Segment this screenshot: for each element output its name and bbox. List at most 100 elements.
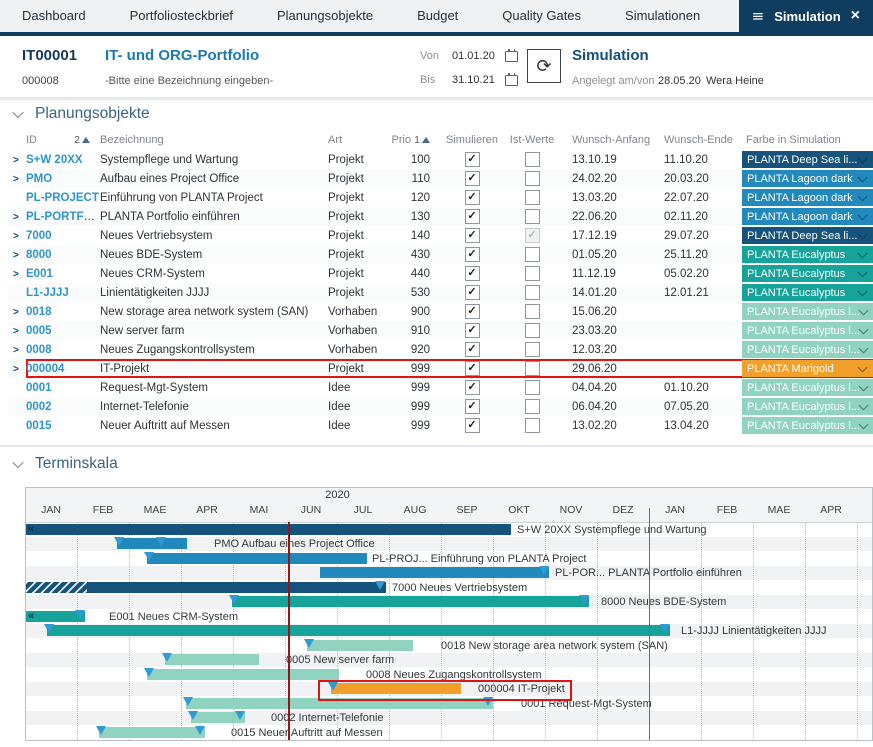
calendar-icon-von[interactable]	[505, 51, 518, 62]
planning-object-link[interactable]: 0018	[26, 306, 52, 318]
section-terminskala[interactable]: Terminskala	[0, 455, 118, 473]
header-wunsch-ende[interactable]: Wunsch-Ende	[650, 130, 742, 150]
ist-werte-checkbox[interactable]: ✓	[525, 380, 540, 395]
gantt-bar-pl-proj-[interactable]	[147, 553, 367, 564]
ist-werte-checkbox[interactable]: ✓	[525, 171, 540, 186]
ist-werte-checkbox[interactable]: ✓	[525, 266, 540, 281]
calendar-icon-bis[interactable]	[505, 75, 518, 86]
simulieren-checkbox[interactable]: ✓	[465, 361, 480, 376]
farbe-dropdown[interactable]: PLANTA Lagoon dark	[742, 189, 873, 206]
gantt-bar-0005[interactable]	[165, 654, 259, 665]
nav-item-planungsobjekte[interactable]: Planungsobjekte	[255, 0, 395, 32]
planning-object-link[interactable]: 0001	[26, 382, 52, 394]
farbe-dropdown[interactable]: PLANTA Eucalyptus l...	[742, 417, 873, 434]
ist-werte-checkbox[interactable]: ✓	[525, 285, 540, 300]
farbe-dropdown[interactable]: PLANTA Eucalyptus l...	[742, 379, 873, 396]
farbe-dropdown[interactable]: PLANTA Eucalyptus	[742, 284, 873, 301]
header-simulieren[interactable]: Simulieren	[438, 130, 506, 150]
expand-chevron-icon[interactable]: >	[8, 174, 19, 185]
header-ist-werte[interactable]: Ist-Werte	[506, 130, 558, 150]
ist-werte-checkbox[interactable]: ✓	[525, 209, 540, 224]
gantt-bar-7000[interactable]	[26, 582, 386, 593]
farbe-dropdown[interactable]: PLANTA Eucalyptus l...	[742, 303, 873, 320]
nav-item-portfoliosteckbrief[interactable]: Portfoliosteckbrief	[108, 0, 255, 32]
close-tab-icon[interactable]: ×	[851, 8, 860, 24]
gantt-bar-pl-por-[interactable]	[320, 567, 549, 578]
expand-chevron-icon[interactable]: >	[8, 155, 19, 166]
planning-object-link[interactable]: 0005	[26, 325, 52, 337]
ist-werte-checkbox[interactable]: ✓	[525, 342, 540, 357]
ist-werte-checkbox[interactable]: ✓	[525, 190, 540, 205]
farbe-dropdown[interactable]: PLANTA Lagoon dark	[742, 208, 873, 225]
gantt-bar-0018[interactable]	[307, 640, 413, 651]
expand-chevron-icon[interactable]: >	[8, 326, 19, 337]
simulieren-checkbox[interactable]: ✓	[465, 266, 480, 281]
ist-werte-checkbox[interactable]: ✓	[525, 304, 540, 319]
planning-object-link[interactable]: PL-PROJECT	[26, 192, 99, 204]
expand-chevron-icon[interactable]: >	[8, 212, 19, 223]
planning-object-link[interactable]: PMO	[26, 173, 52, 185]
simulieren-checkbox[interactable]: ✓	[465, 418, 480, 433]
farbe-dropdown[interactable]: PLANTA Marigold	[742, 360, 873, 377]
expand-chevron-icon[interactable]: >	[8, 250, 19, 261]
farbe-dropdown[interactable]: PLANTA Deep Sea li...	[742, 151, 873, 168]
simulieren-checkbox[interactable]: ✓	[465, 247, 480, 262]
expand-chevron-icon[interactable]: >	[8, 231, 19, 242]
nav-item-quality-gates[interactable]: Quality Gates	[480, 0, 603, 32]
simulieren-checkbox[interactable]: ✓	[465, 304, 480, 319]
expand-chevron-icon[interactable]: >	[8, 345, 19, 356]
header-bezeichnung[interactable]: Bezeichnung	[100, 130, 328, 150]
simulieren-checkbox[interactable]: ✓	[465, 209, 480, 224]
gantt-bar-0015[interactable]	[99, 727, 205, 738]
tab-simulation-active[interactable]: ≡ Simulation ×	[739, 0, 873, 32]
nav-item-dashboard[interactable]: Dashboard	[0, 0, 108, 32]
header-art[interactable]: Art	[328, 130, 390, 150]
farbe-dropdown[interactable]: PLANTA Eucalyptus	[742, 265, 873, 282]
simulieren-checkbox[interactable]: ✓	[465, 285, 480, 300]
farbe-dropdown[interactable]: PLANTA Eucalyptus l...	[742, 322, 873, 339]
simulieren-checkbox[interactable]: ✓	[465, 399, 480, 414]
ist-werte-checkbox[interactable]: ✓	[525, 361, 540, 376]
simulieren-checkbox[interactable]: ✓	[465, 152, 480, 167]
farbe-dropdown[interactable]: PLANTA Eucalyptus l...	[742, 398, 873, 415]
header-farbe[interactable]: Farbe in Simulation	[742, 130, 873, 150]
gantt-bar-s+w[interactable]: «	[26, 524, 511, 535]
planning-object-link[interactable]: 7000	[26, 230, 52, 242]
expand-chevron-icon[interactable]: >	[8, 307, 19, 318]
planning-object-link[interactable]: 8000	[26, 249, 52, 261]
gantt-bar-8000[interactable]	[232, 596, 589, 607]
collapse-chevron-icon[interactable]	[12, 457, 23, 468]
simulieren-checkbox[interactable]: ✓	[465, 228, 480, 243]
header-wunsch-anfang[interactable]: Wunsch-Anfang	[558, 130, 650, 150]
ist-werte-checkbox[interactable]: ✓	[525, 152, 540, 167]
refresh-button[interactable]: ⟳	[527, 49, 561, 83]
simulieren-checkbox[interactable]: ✓	[465, 190, 480, 205]
ist-werte-checkbox[interactable]: ✓	[525, 247, 540, 262]
header-prio[interactable]: Prio 1	[390, 130, 438, 150]
ist-werte-checkbox[interactable]: ✓	[525, 399, 540, 414]
nav-item-simulationen[interactable]: Simulationen	[603, 0, 722, 32]
simulieren-checkbox[interactable]: ✓	[465, 171, 480, 186]
von-date-field[interactable]: 01.01.20	[452, 50, 495, 62]
farbe-dropdown[interactable]: PLANTA Eucalyptus l...	[742, 341, 873, 358]
planning-object-link[interactable]: 0015	[26, 420, 52, 432]
expand-chevron-icon[interactable]: >	[8, 269, 19, 280]
planning-object-link[interactable]: 0008	[26, 344, 52, 356]
farbe-dropdown[interactable]: PLANTA Eucalyptus	[742, 246, 873, 263]
farbe-dropdown[interactable]: PLANTA Deep Sea li...	[742, 227, 873, 244]
simulieren-checkbox[interactable]: ✓	[465, 342, 480, 357]
gantt-bar-l1-jjjj[interactable]	[47, 625, 670, 636]
bis-date-field[interactable]: 31.10.21	[452, 74, 495, 86]
gantt-bar-pmo[interactable]	[117, 538, 187, 549]
simulieren-checkbox[interactable]: ✓	[465, 380, 480, 395]
section-planungsobjekte[interactable]: Planungsobjekte	[0, 105, 150, 123]
portfolio-subtitle-placeholder[interactable]: -Bitte eine Bezeichnung eingeben-	[105, 75, 273, 87]
collapse-chevron-icon[interactable]	[12, 107, 23, 118]
header-id[interactable]: ID2	[26, 130, 100, 150]
nav-item-budget[interactable]: Budget	[395, 0, 480, 32]
ist-werte-checkbox[interactable]: ✓	[525, 418, 540, 433]
planning-object-link[interactable]: 000004	[26, 363, 64, 375]
planning-object-link[interactable]: S+W 20XX	[26, 154, 83, 166]
planning-object-link[interactable]: PL-PORTFO...	[26, 211, 100, 223]
planning-object-link[interactable]: E001	[26, 268, 53, 280]
